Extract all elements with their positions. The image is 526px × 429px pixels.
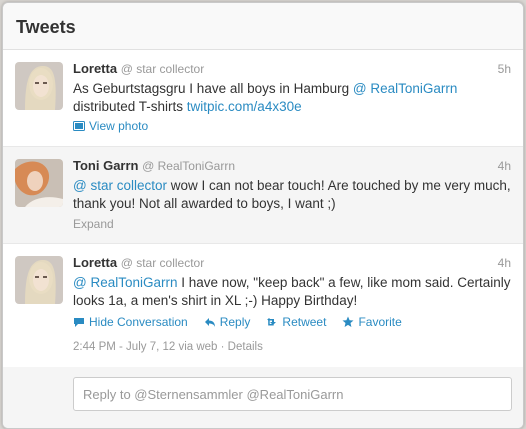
avatar[interactable] bbox=[15, 159, 63, 207]
tweet-text: As Geburtstagsgru I have all boys in Ham… bbox=[73, 80, 511, 116]
page-title: Tweets bbox=[16, 17, 76, 37]
tweet-details[interactable]: 2:44 PM - July 7, 12 via web · Details bbox=[73, 341, 511, 353]
favorite-button[interactable]: Favorite bbox=[342, 315, 402, 329]
retweet-icon bbox=[267, 318, 277, 326]
reply-arrow-icon bbox=[204, 318, 215, 327]
star-icon bbox=[342, 316, 354, 327]
tweet-text: @ star collector wow I can not bear touc… bbox=[73, 177, 511, 213]
hide-conversation-label: Hide Conversation bbox=[89, 315, 188, 329]
panel-header: Tweets bbox=[3, 3, 523, 50]
tweet-header: Loretta @ star collector bbox=[73, 254, 511, 272]
tweet-author-name[interactable]: Toni Garrn bbox=[73, 158, 138, 173]
tweet-header: Loretta @ star collector bbox=[73, 60, 511, 78]
speech-bubble-icon bbox=[74, 318, 84, 327]
tweet-item[interactable]: Loretta @ star collector 5h As Geburtsta… bbox=[3, 50, 523, 147]
tweet-author-handle[interactable]: @ star collector bbox=[121, 62, 205, 76]
tweet-author-name[interactable]: Loretta bbox=[73, 61, 117, 76]
reply-input[interactable]: Reply to @Sternensammler @RealToniGarrn bbox=[73, 377, 512, 411]
expand-link[interactable]: Expand bbox=[73, 217, 511, 231]
view-photo-label: View photo bbox=[89, 119, 149, 133]
retweet-label: Retweet bbox=[282, 315, 327, 329]
hide-conversation-button[interactable]: Hide Conversation bbox=[73, 315, 188, 329]
tweet-author-handle[interactable]: @ RealToniGarrn bbox=[142, 159, 235, 173]
tweet-time[interactable]: 4h bbox=[498, 159, 511, 173]
tweet-header: Toni Garrn @ RealToniGarrn bbox=[73, 157, 511, 175]
tweet-time[interactable]: 4h bbox=[498, 256, 511, 270]
tweet-text: @ RealToniGarrn I have now, "keep back" … bbox=[73, 274, 511, 310]
view-photo-button[interactable]: View photo bbox=[73, 119, 511, 133]
reply-label: Reply bbox=[219, 315, 251, 329]
tweet-actions: Hide Conversation Reply Retweet Favorite bbox=[73, 315, 511, 329]
photo-url-link[interactable]: twitpic.com/a4x30e bbox=[187, 99, 302, 114]
retweet-button[interactable]: Retweet bbox=[266, 315, 326, 329]
avatar[interactable] bbox=[15, 256, 63, 304]
tweet-item[interactable]: Toni Garrn @ RealToniGarrn 4h @ star col… bbox=[3, 147, 523, 244]
mention-link[interactable]: @ RealToniGarrn bbox=[73, 275, 178, 290]
tweet-author-name[interactable]: Loretta bbox=[73, 255, 117, 270]
mention-link[interactable]: @ star collector bbox=[73, 178, 167, 193]
tweet-time[interactable]: 5h bbox=[498, 62, 511, 76]
tweet-text-part: distributed T-shirts bbox=[73, 99, 187, 114]
tweets-panel: Tweets Loretta @ star collector 5h As Ge… bbox=[2, 2, 524, 429]
avatar[interactable] bbox=[15, 62, 63, 110]
favorite-label: Favorite bbox=[358, 315, 402, 329]
tweet-text-part: As Geburtstagsgru I have all boys in Ham… bbox=[73, 81, 353, 96]
tweet-author-handle[interactable]: @ star collector bbox=[121, 256, 205, 270]
mention-link[interactable]: @ RealToniGarrn bbox=[353, 81, 458, 96]
reply-button[interactable]: Reply bbox=[204, 315, 251, 329]
photo-icon bbox=[73, 121, 85, 131]
reply-area: Reply to @Sternensammler @RealToniGarrn bbox=[3, 367, 523, 428]
